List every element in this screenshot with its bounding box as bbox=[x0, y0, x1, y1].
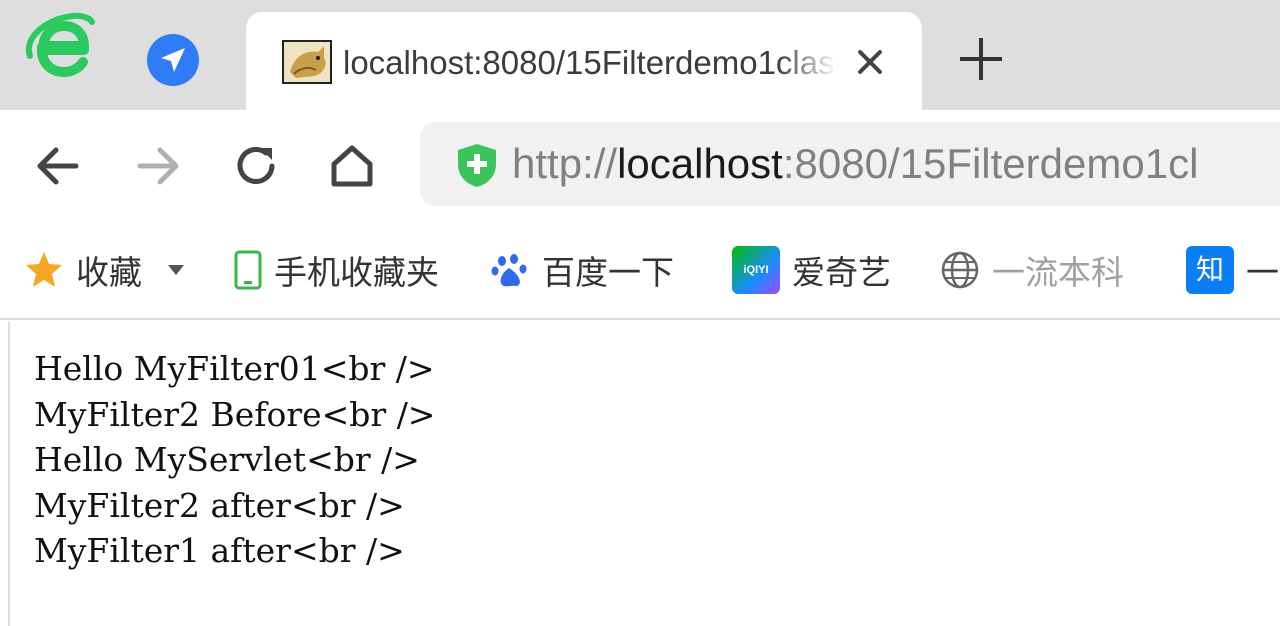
navigation-toolbar: http://localhost:8080/15Filterdemo1cl bbox=[0, 110, 1280, 222]
url-scheme: http:// bbox=[512, 140, 618, 187]
bookmark-favorites[interactable]: 收藏 bbox=[24, 244, 186, 296]
url-path: :8080/15Filterdemo1cl bbox=[782, 140, 1199, 187]
bookmark-iqiyi[interactable]: iQIYI 爱奇艺 bbox=[732, 244, 891, 296]
chevron-down-icon[interactable] bbox=[166, 263, 186, 277]
bookmark-label: 一 bbox=[1246, 253, 1279, 292]
output-line: Hello MyFilter01<br /> bbox=[34, 349, 435, 388]
star-icon bbox=[26, 252, 62, 287]
new-tab-plus-icon[interactable] bbox=[960, 38, 1002, 80]
bookmark-zhihu[interactable]: 知 一 bbox=[1186, 244, 1279, 296]
zhihu-icon: 知 bbox=[1186, 246, 1234, 294]
iqiyi-icon: iQIYI bbox=[732, 246, 780, 294]
home-icon[interactable] bbox=[324, 138, 380, 194]
close-tab-icon[interactable] bbox=[850, 42, 890, 82]
bookmark-label: 手机收藏夹 bbox=[274, 253, 439, 292]
baidu-paw-icon bbox=[491, 254, 527, 287]
bookmark-label: 收藏 bbox=[76, 253, 142, 292]
bookmark-label: 一流本科 bbox=[992, 253, 1124, 292]
tomcat-favicon-icon bbox=[282, 40, 332, 84]
url-host: localhost bbox=[617, 140, 783, 187]
bookmark-mobile-favorites[interactable]: 手机收藏夹 bbox=[232, 244, 439, 296]
bookmark-label: 爱奇艺 bbox=[792, 253, 891, 292]
tab-title: localhost:8080/15Filterdemo1class/MyServ… bbox=[343, 44, 837, 81]
address-bar[interactable]: http://localhost:8080/15Filterdemo1cl bbox=[420, 122, 1280, 206]
browser-logo-icon[interactable] bbox=[22, 10, 98, 86]
reload-icon[interactable] bbox=[228, 138, 284, 194]
secure-shield-icon bbox=[458, 144, 496, 187]
output-line: Hello MyServlet<br /> bbox=[34, 440, 420, 480]
output-line: MyFilter2 Before<br /> bbox=[34, 394, 436, 434]
servlet-output: Hello MyFilter01<br /> MyFilter2 Before<… bbox=[34, 346, 435, 574]
address-url[interactable]: http://localhost:8080/15Filterdemo1cl bbox=[512, 132, 1198, 196]
bookmark-first-class[interactable]: 一流本科 bbox=[940, 244, 1124, 296]
page-content: Hello MyFilter01<br /> MyFilter2 Before<… bbox=[8, 322, 1280, 626]
send-icon[interactable] bbox=[147, 34, 199, 86]
phone-icon bbox=[234, 250, 262, 290]
active-tab[interactable]: localhost:8080/15Filterdemo1class/MyServ… bbox=[246, 12, 922, 110]
globe-icon bbox=[941, 251, 979, 289]
bookmarks-bar: 收藏 手机收藏夹 百度一下 iQIYI 爱奇艺 一流本科 知 一 bbox=[0, 222, 1280, 320]
tab-strip: localhost:8080/15Filterdemo1class/MyServ… bbox=[0, 0, 1280, 110]
forward-arrow-icon[interactable] bbox=[130, 138, 186, 194]
back-arrow-icon[interactable] bbox=[30, 138, 86, 194]
output-line: MyFilter2 after<br /> bbox=[34, 485, 405, 525]
output-line: MyFilter1 after<br /> bbox=[34, 531, 405, 571]
bookmark-label: 百度一下 bbox=[542, 253, 674, 292]
bookmark-baidu[interactable]: 百度一下 bbox=[490, 244, 674, 296]
